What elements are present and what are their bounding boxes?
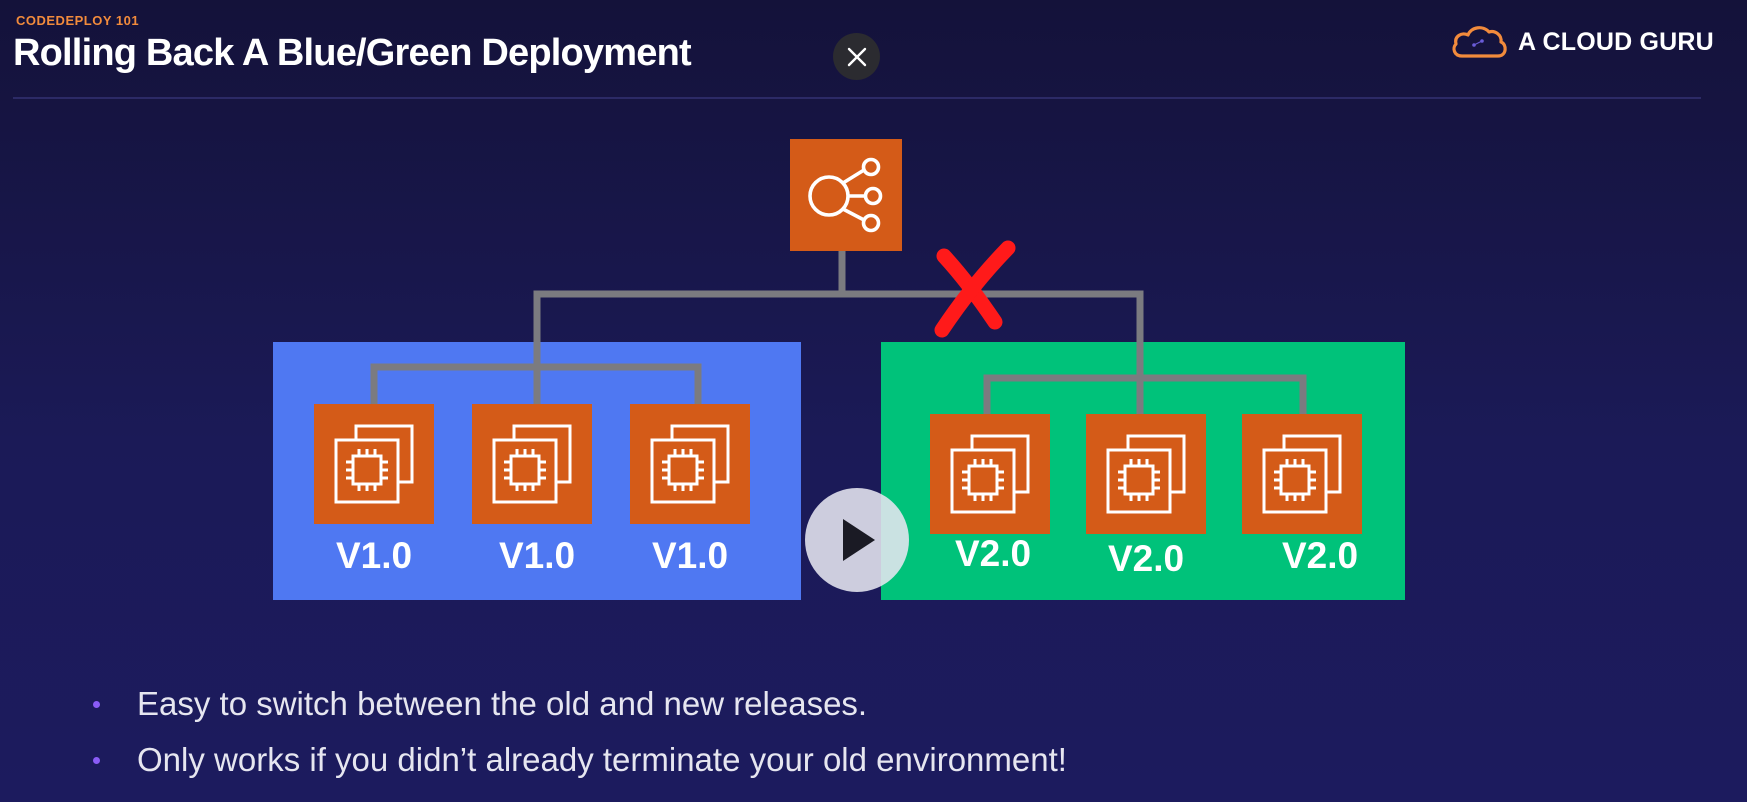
red-x-icon: [934, 240, 1016, 338]
bullet-list: Easy to switch between the old and new r…: [90, 680, 1067, 792]
bullet-dot: [93, 757, 100, 764]
ec2-instance-green-2: [1086, 414, 1206, 534]
version-label-blue-2: V1.0: [499, 535, 575, 576]
play-icon: [843, 519, 875, 561]
bullet-dot: [93, 701, 100, 708]
version-label-green-3: V2.0: [1282, 535, 1358, 576]
ec2-instance-green-1: [930, 414, 1050, 534]
ec2-instance-blue-1: [314, 404, 434, 524]
version-label-blue-1: V1.0: [336, 535, 412, 576]
bullet-text: Easy to switch between the old and new r…: [137, 685, 868, 722]
bullet-text: Only works if you didn’t already termina…: [137, 741, 1067, 778]
play-button[interactable]: [805, 488, 909, 592]
version-label-green-2: V2.0: [1108, 538, 1184, 579]
version-label-green-1: V2.0: [955, 533, 1031, 574]
bullet-item: Easy to switch between the old and new r…: [90, 680, 1067, 736]
version-label-blue-3: V1.0: [652, 535, 728, 576]
ec2-instance-blue-3: [630, 404, 750, 524]
ec2-instance-blue-2: [472, 404, 592, 524]
ec2-instance-green-3: [1242, 414, 1362, 534]
bullet-item: Only works if you didn’t already termina…: [90, 736, 1067, 792]
load-balancer: [790, 139, 902, 251]
